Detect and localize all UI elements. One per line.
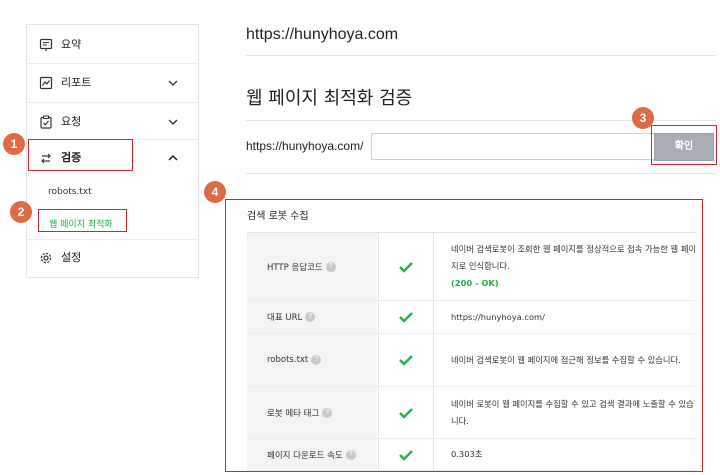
highlight-crawl-section (225, 199, 703, 472)
gear-icon (40, 252, 52, 264)
highlight-verify (28, 139, 133, 171)
sidebar-subitem-robots[interactable]: robots.txt (48, 187, 92, 197)
callout-badge-1: 1 (3, 133, 25, 155)
chevron-up-icon[interactable] (167, 152, 179, 164)
sidebar-item-summary[interactable]: 요약 (27, 26, 198, 64)
sidebar-item-label: 요청 (61, 115, 82, 128)
highlight-confirm-button (651, 125, 717, 165)
summary-icon (39, 38, 53, 51)
callout-badge-2: 2 (10, 201, 32, 223)
sidebar-item-settings[interactable]: 설정 (27, 239, 198, 277)
url-prefix-label: https://hunyhoya.com/ (246, 139, 364, 153)
chevron-down-icon[interactable] (167, 116, 179, 128)
divider (246, 55, 716, 56)
url-path-input[interactable] (371, 133, 656, 160)
highlight-web-optimization (38, 209, 127, 232)
site-url-title: https://hunyhoya.com (246, 26, 399, 43)
callout-badge-4: 4 (204, 181, 226, 203)
sidebar-item-request[interactable]: 요청 (27, 103, 198, 141)
page-title: 웹 페이지 최적화 검증 (246, 88, 413, 109)
divider (246, 173, 716, 174)
report-icon (39, 76, 53, 90)
request-icon (40, 115, 52, 129)
sidebar-item-label: 리포트 (61, 76, 92, 89)
sidebar-item-label: 요약 (61, 38, 82, 51)
sidebar-item-report[interactable]: 리포트 (27, 64, 198, 102)
chevron-down-icon[interactable] (167, 77, 179, 89)
callout-badge-3: 3 (632, 107, 654, 129)
sidebar-item-label: 설정 (61, 251, 82, 264)
